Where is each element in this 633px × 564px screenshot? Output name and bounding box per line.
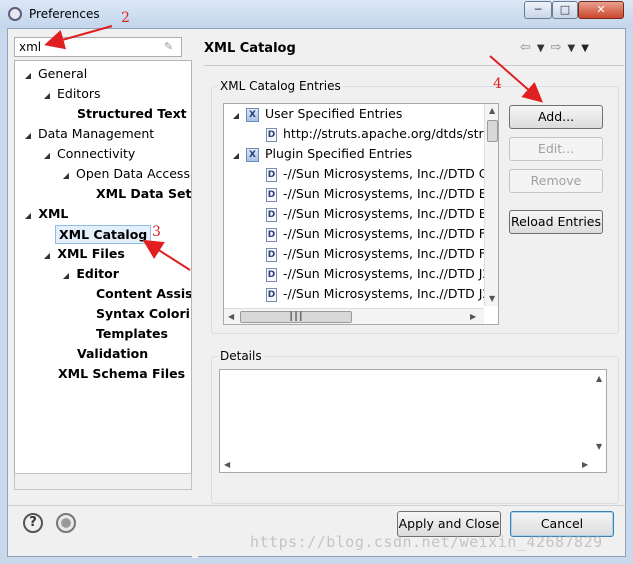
annotation-step-2: 2 bbox=[121, 10, 130, 26]
annotation-arrows bbox=[44, 25, 544, 271]
arrow-to-filter bbox=[44, 25, 113, 50]
watermark: https://blog.csdn.net/weixin_42687829 bbox=[250, 533, 603, 551]
annotation-step-3: 3 bbox=[152, 224, 161, 240]
arrow-to-xml-catalog bbox=[142, 239, 191, 271]
annotation-step-4: 4 bbox=[493, 76, 502, 92]
